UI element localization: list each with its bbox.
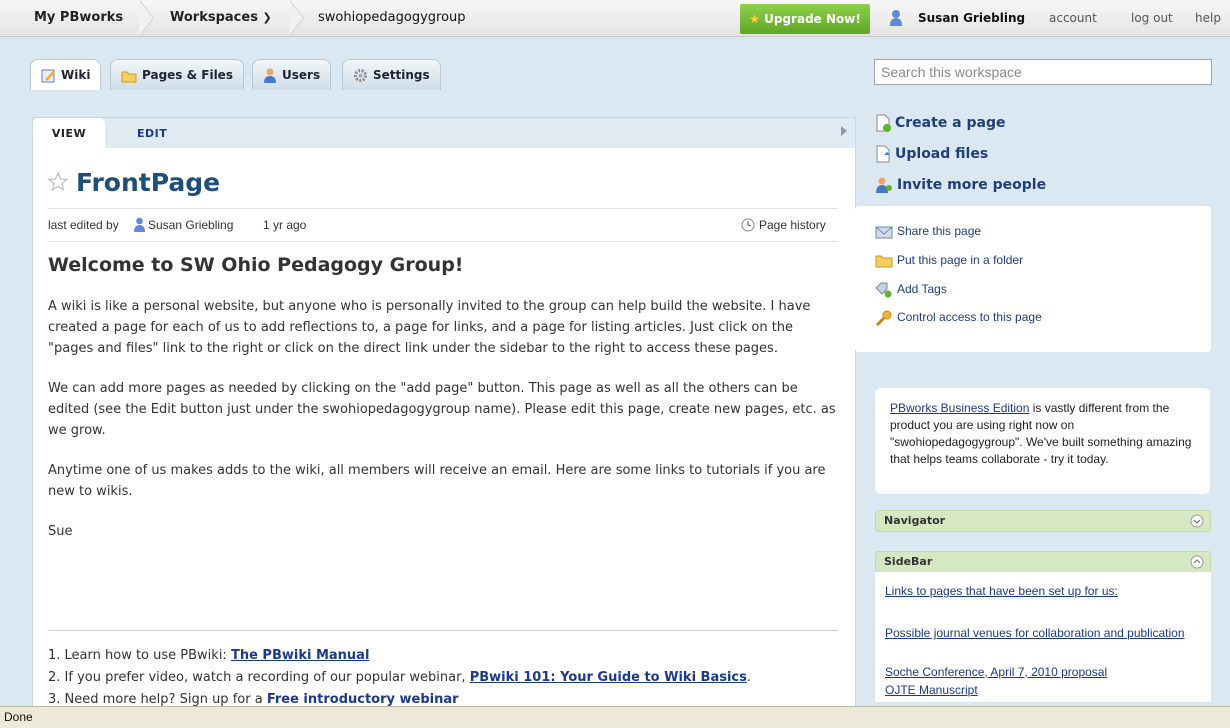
chevron-down-icon: ❯ bbox=[262, 11, 272, 24]
invite-people-link[interactable]: Invite more people bbox=[875, 174, 1046, 196]
upgrade-label: Upgrade Now! bbox=[764, 12, 861, 26]
collapse-icon[interactable] bbox=[1190, 555, 1204, 569]
share-page-label: Share this page bbox=[897, 224, 982, 238]
user-icon bbox=[890, 10, 902, 26]
tab-users[interactable]: Users bbox=[252, 59, 332, 90]
navigator-title: Navigator bbox=[884, 514, 946, 527]
main-content-panel: VIEW EDIT FrontPage last edited by Susan… bbox=[32, 117, 856, 719]
star-outline-icon[interactable] bbox=[48, 172, 68, 192]
add-pages-paragraph: We can add more pages as needed by click… bbox=[48, 381, 836, 438]
create-page-label: Create a page bbox=[895, 115, 1006, 131]
view-tab[interactable]: VIEW bbox=[33, 118, 105, 148]
sidebar-panel-header[interactable]: SideBar bbox=[875, 551, 1211, 573]
business-edition-link[interactable]: PBworks Business Edition bbox=[890, 401, 1029, 415]
free-webinar-link[interactable]: Free introductory webinar bbox=[267, 692, 459, 707]
view-edit-tabs: VIEW EDIT bbox=[33, 118, 855, 148]
user-icon bbox=[264, 68, 276, 83]
tab-pages-files[interactable]: Pages & Files bbox=[110, 59, 244, 90]
list-item: 1. Learn how to use PBwiki: The PBwiki M… bbox=[48, 645, 848, 667]
welcome-heading: Welcome to SW Ohio Pedagogy Group! bbox=[48, 254, 464, 276]
account-link[interactable]: account bbox=[1049, 0, 1097, 36]
author-link[interactable]: Susan Griebling bbox=[148, 209, 233, 241]
list-item-text: 2. If you prefer video, watch a recordin… bbox=[48, 670, 470, 685]
add-tags-link[interactable]: Add Tags bbox=[875, 279, 947, 299]
page-history-link[interactable]: Page history bbox=[759, 209, 826, 241]
business-edition-promo: PBworks Business Edition is vastly diffe… bbox=[875, 388, 1210, 494]
workspaces-label: Workspaces bbox=[170, 10, 258, 25]
tab-label: Wiki bbox=[61, 68, 91, 82]
signature: Sue bbox=[48, 524, 73, 539]
list-item-suffix: . bbox=[746, 670, 752, 685]
folder-icon bbox=[875, 255, 893, 268]
user-name-link[interactable]: Susan Griebling bbox=[918, 0, 1025, 36]
expand-icon[interactable] bbox=[1190, 514, 1204, 528]
sidebar-title: SideBar bbox=[884, 555, 933, 568]
sidebar-link[interactable]: Links to pages that have been set up for… bbox=[885, 583, 1118, 600]
user-icon bbox=[134, 217, 145, 232]
sidebar-link[interactable]: Soche Conference, April 7, 2010 proposal bbox=[885, 664, 1107, 681]
page-title: FrontPage bbox=[76, 168, 221, 197]
put-in-folder-label: Put this page in a folder bbox=[897, 253, 1024, 267]
share-icon bbox=[875, 226, 893, 239]
pbwiki-manual-link[interactable]: The PBwiki Manual bbox=[231, 648, 369, 663]
upload-files-label: Upload files bbox=[895, 146, 989, 162]
invite-people-label: Invite more people bbox=[897, 177, 1047, 193]
control-access-link[interactable]: Control access to this page bbox=[875, 307, 1042, 327]
status-text: Done bbox=[4, 710, 33, 724]
create-page-link[interactable]: Create a page bbox=[875, 112, 1006, 134]
tutorial-list: 1. Learn how to use PBwiki: The PBwiki M… bbox=[48, 645, 848, 711]
help-link[interactable]: help bbox=[1195, 0, 1221, 36]
list-item-text: 3. Need more help? Sign up for a bbox=[48, 692, 267, 707]
page-actions-box: Share this page Put this page in a folde… bbox=[855, 206, 1211, 352]
tag-icon bbox=[875, 282, 892, 298]
edit-tab[interactable]: EDIT bbox=[137, 118, 167, 148]
upload-file-icon bbox=[876, 145, 890, 163]
folder-icon bbox=[121, 71, 137, 82]
add-tags-label: Add Tags bbox=[897, 282, 947, 296]
last-edited-label: last edited by bbox=[48, 218, 119, 232]
chevron-right-icon[interactable] bbox=[841, 126, 847, 136]
email-paragraph: Anytime one of us makes adds to the wiki… bbox=[48, 463, 826, 499]
my-pbworks-link[interactable]: My PBworks bbox=[34, 0, 123, 36]
breadcrumb-separator bbox=[289, 0, 304, 36]
workspace-name: swohiopedagogygroup bbox=[318, 10, 466, 25]
invite-people-icon bbox=[876, 177, 892, 193]
pbwiki-101-link[interactable]: PBwiki 101: Your Guide to Wiki Basics bbox=[470, 670, 747, 685]
intro-paragraph: A wiki is like a personal website, but a… bbox=[48, 299, 811, 356]
put-in-folder-link[interactable]: Put this page in a folder bbox=[875, 250, 1023, 270]
sidebar-link[interactable]: Possible journal venues for collaboratio… bbox=[885, 625, 1185, 642]
list-item: 2. If you prefer video, watch a recordin… bbox=[48, 667, 848, 689]
control-access-label: Control access to this page bbox=[897, 310, 1042, 324]
breadcrumb-separator bbox=[139, 0, 154, 36]
logout-link[interactable]: log out bbox=[1131, 0, 1173, 36]
tab-wiki[interactable]: Wiki bbox=[30, 59, 102, 90]
sidebar-link[interactable]: OJTE Manuscript bbox=[885, 682, 978, 699]
page-meta-row: last edited by Susan Griebling 1 yr ago … bbox=[48, 208, 838, 242]
promo-text: PBworks Business Edition is vastly diffe… bbox=[890, 400, 1200, 468]
upload-files-link[interactable]: Upload files bbox=[875, 143, 988, 165]
new-page-icon bbox=[876, 114, 891, 132]
wiki-pencil-icon bbox=[41, 69, 55, 83]
page-body: Welcome to SW Ohio Pedagogy Group! A wik… bbox=[48, 254, 838, 561]
star-icon: ★ bbox=[749, 12, 760, 26]
clock-icon bbox=[741, 218, 755, 232]
tab-label: Settings bbox=[373, 68, 430, 82]
share-page-link[interactable]: Share this page bbox=[875, 221, 981, 241]
navigator-panel-header[interactable]: Navigator bbox=[875, 510, 1211, 532]
search-input[interactable] bbox=[874, 59, 1212, 85]
upgrade-button[interactable]: ★ Upgrade Now! bbox=[740, 4, 870, 34]
tab-label: Pages & Files bbox=[142, 68, 233, 82]
gear-icon bbox=[354, 69, 367, 82]
title-row: FrontPage bbox=[48, 166, 220, 200]
status-bar: Done bbox=[0, 706, 1230, 728]
key-icon bbox=[875, 310, 892, 326]
workspaces-menu[interactable]: Workspaces ❯ bbox=[170, 0, 272, 36]
tab-label: Users bbox=[282, 68, 321, 82]
tab-settings[interactable]: Settings bbox=[342, 59, 441, 90]
sidebar-panel-body: Links to pages that have been set up for… bbox=[875, 572, 1211, 702]
edited-time: 1 yr ago bbox=[263, 218, 307, 232]
top-bar: My PBworks Workspaces ❯ swohiopedagogygr… bbox=[0, 0, 1230, 37]
list-item-text: 1. Learn how to use PBwiki: bbox=[48, 648, 231, 663]
divider bbox=[48, 630, 838, 631]
